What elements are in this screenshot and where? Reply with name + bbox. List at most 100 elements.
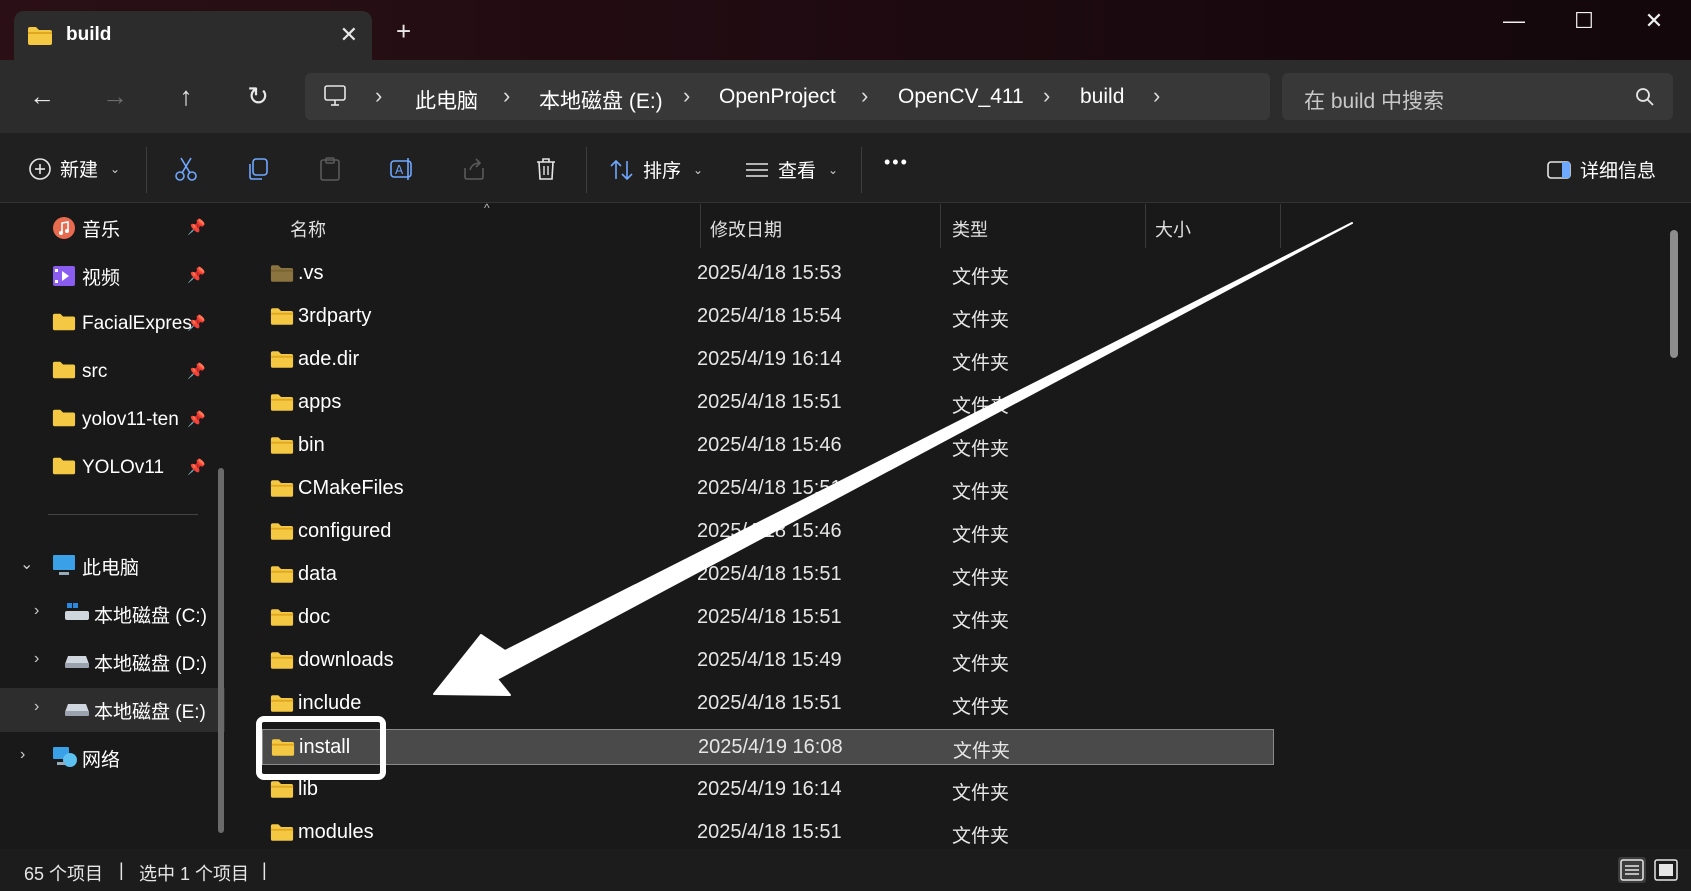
sidebar-item-label: 音乐 [82,219,121,241]
back-button[interactable]: ← [22,78,62,114]
chevron-right-icon[interactable]: › [34,698,39,716]
chevron-right-icon[interactable]: › [34,602,39,620]
sidebar-item-label: 视频 [82,267,121,289]
close-window-button[interactable]: ✕ [1634,8,1674,38]
maximize-button[interactable]: ☐ [1564,8,1604,38]
folder-icon [270,824,294,841]
pin-icon: 📌 [187,459,206,476]
file-row[interactable]: doc 2025/4/18 15:51 文件夹 [262,600,1274,636]
breadcrumb-this-pc[interactable]: 此电脑 [415,85,478,115]
sidebar-item-network[interactable]: › 网络 [0,736,225,780]
sidebar-item-src[interactable]: src 📌 [0,350,225,394]
file-row[interactable]: data 2025/4/18 15:51 文件夹 [262,557,1274,593]
file-row[interactable]: apps 2025/4/18 15:51 文件夹 [262,385,1274,421]
large-icons-view-button[interactable] [1652,857,1680,883]
tab-title: build [66,24,112,45]
minimize-button[interactable]: — [1494,8,1534,38]
file-row[interactable]: lib 2025/4/19 16:14 文件夹 [262,772,1274,808]
folder-icon [52,313,76,331]
paste-icon[interactable] [316,155,344,183]
details-pane-button[interactable]: 详细信息 [1546,156,1656,183]
column-header-name[interactable]: 名称 [280,204,700,248]
column-header-size[interactable]: 大小 [1145,204,1275,248]
sort-button[interactable]: 排序 ⌄ [609,156,703,183]
file-row[interactable]: bin 2025/4/18 15:46 文件夹 [262,428,1274,464]
chevron-right-icon[interactable]: › [683,83,690,109]
video-icon [53,266,75,286]
chevron-right-icon[interactable]: › [1043,83,1050,109]
navigation-bar: ← → ↑ ↻ › 此电脑 › 本地磁盘 (E:) › OpenProject … [0,60,1691,133]
file-date: 2025/4/18 15:49 [697,649,842,671]
column-header-date[interactable]: 修改日期 [700,204,940,248]
sidebar-item-drive-c[interactable]: › 本地磁盘 (C:) [0,592,225,636]
file-row[interactable]: modules 2025/4/18 15:51 文件夹 [262,815,1274,851]
address-bar[interactable]: › 此电脑 › 本地磁盘 (E:) › OpenProject › OpenCV… [305,73,1270,120]
chevron-down-icon[interactable]: ⌄ [20,554,33,574]
chevron-right-icon[interactable]: › [861,83,868,109]
file-row[interactable]: ade.dir 2025/4/19 16:14 文件夹 [262,342,1274,378]
file-type: 文件夹 [952,697,1010,718]
copy-icon[interactable] [244,155,272,183]
search-box[interactable]: 在 build 中搜索 [1282,73,1673,120]
sidebar-item-videos[interactable]: 视频 📌 [0,254,225,298]
column-header-label: 名称 [290,220,326,240]
sidebar-item-drive-e[interactable]: › 本地磁盘 (E:) [0,688,225,732]
chevron-right-icon[interactable]: › [34,650,39,668]
delete-icon[interactable] [532,155,560,183]
status-bar: 65 个项目 | 选中 1 个项目 | [0,849,1691,891]
column-header-type[interactable]: 类型 [942,204,1142,248]
column-divider[interactable] [940,204,941,248]
file-row[interactable]: install 2025/4/19 16:08 文件夹 [262,729,1274,765]
file-row[interactable]: 3rdparty 2025/4/18 15:54 文件夹 [262,299,1274,335]
chevron-right-icon[interactable]: › [503,83,510,109]
file-type: 文件夹 [952,525,1010,546]
file-name: include [298,692,362,714]
new-button[interactable]: 新建 ⌄ [28,155,120,182]
file-date: 2025/4/19 16:14 [697,778,842,800]
file-row[interactable]: configured 2025/4/18 15:46 文件夹 [262,514,1274,550]
tab-build[interactable]: build ✕ [14,11,372,60]
up-button[interactable]: ↑ [166,78,206,114]
share-icon[interactable] [460,155,488,183]
sidebar-scrollbar[interactable] [218,468,224,833]
chevron-right-icon[interactable]: › [375,83,382,109]
file-date: 2025/4/18 15:51 [697,477,842,499]
file-row[interactable]: downloads 2025/4/18 15:49 文件夹 [262,643,1274,679]
sidebar-item-drive-d[interactable]: › 本地磁盘 (D:) [0,640,225,684]
breadcrumb-openproject[interactable]: OpenProject [719,85,836,109]
breadcrumb-drive-e[interactable]: 本地磁盘 (E:) [539,85,663,115]
rename-icon[interactable]: A [388,155,416,183]
new-tab-button[interactable]: + [396,18,411,44]
sidebar-item-label: 此电脑 [82,557,140,579]
sidebar-item-yolov11-ten[interactable]: yolov11-ten 📌 [0,398,225,442]
sidebar-item-this-pc[interactable]: ⌄ 此电脑 [0,544,225,588]
file-row[interactable]: .vs 2025/4/18 15:53 文件夹 [262,256,1274,292]
file-type: 文件夹 [952,568,1010,589]
tab-close-button[interactable]: ✕ [340,22,358,48]
breadcrumb-build[interactable]: build [1080,85,1124,109]
view-button[interactable]: 查看 ⌄ [744,156,838,183]
file-type: 文件夹 [952,611,1010,632]
forward-button[interactable]: → [95,78,135,114]
sidebar-item-facialexpres[interactable]: FacialExpres 📌 [0,302,225,346]
column-divider[interactable] [1280,204,1281,248]
pin-icon: 📌 [187,411,206,428]
sidebar-item-music[interactable]: 音乐 📌 [0,206,225,250]
refresh-button[interactable]: ↻ [238,78,278,114]
view-list-icon [746,162,768,177]
file-row[interactable]: CMakeFiles 2025/4/18 15:51 文件夹 [262,471,1274,507]
file-list-scrollbar[interactable] [1670,230,1678,358]
more-options-button[interactable]: ••• [884,152,909,173]
file-date: 2025/4/18 15:46 [697,434,842,456]
breadcrumb-opencv[interactable]: OpenCV_411 [898,85,1024,109]
details-view-button[interactable] [1618,857,1646,883]
chevron-right-icon[interactable]: › [1153,83,1160,109]
file-row[interactable]: include 2025/4/18 15:51 文件夹 [262,686,1274,722]
search-input[interactable]: 在 build 中搜索 [1304,85,1444,115]
chevron-right-icon[interactable]: › [20,746,25,764]
sidebar-item-yolov11[interactable]: YOLOv11 📌 [0,446,225,490]
cut-icon[interactable] [172,155,200,183]
sidebar-item-label: 网络 [82,749,121,771]
file-date: 2025/4/18 15:51 [697,821,842,843]
file-name: 3rdparty [298,305,372,327]
